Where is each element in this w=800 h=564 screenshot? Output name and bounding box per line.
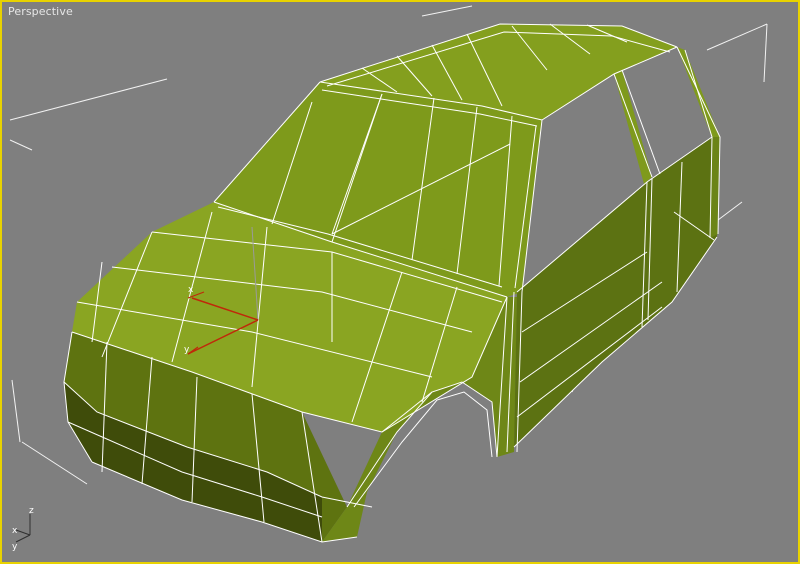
gizmo-x-label: x bbox=[188, 285, 194, 295]
car-body-mesh[interactable] bbox=[64, 24, 720, 542]
gizmo-y-label: y bbox=[184, 345, 190, 355]
tripod-x-label: x bbox=[12, 526, 18, 536]
perspective-viewport[interactable]: Perspective x y z x y bbox=[0, 0, 800, 564]
tripod-z-label: z bbox=[29, 506, 34, 516]
tripod-y-label: y bbox=[12, 542, 18, 552]
a-pillar bbox=[614, 70, 652, 184]
side-panel-face bbox=[514, 137, 717, 447]
axis-tripod: z x y bbox=[12, 506, 34, 552]
scene-canvas[interactable]: x y z x y bbox=[2, 2, 800, 564]
